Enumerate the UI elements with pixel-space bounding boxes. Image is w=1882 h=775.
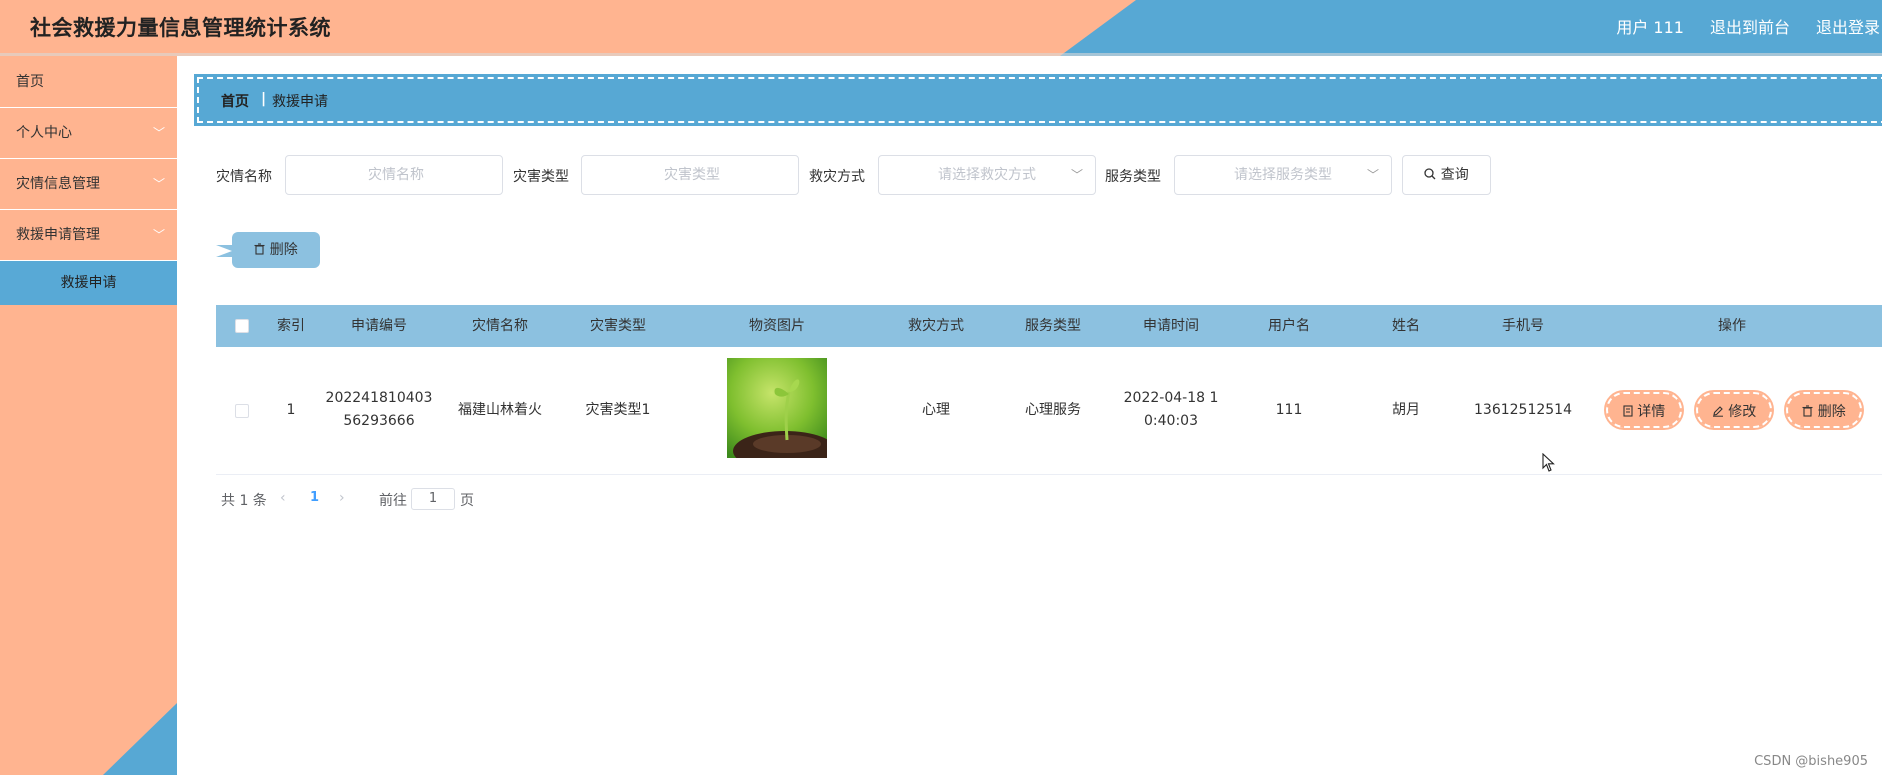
rescue-method-select[interactable]: 请选择救灾方式 ﹀ — [878, 155, 1096, 195]
column-header: 姓名 — [1392, 318, 1420, 334]
edit-icon — [1712, 404, 1728, 420]
application-number-line: 56293666 — [343, 413, 415, 429]
top-header: 社会救援力量信息管理统计系统 用户 111 退出到前台 退出登录 — [0, 0, 1882, 56]
sidebar-item-rescue-application-mgmt[interactable]: 救援申请管理 ﹀ — [0, 210, 177, 261]
disaster-type-field[interactable] — [581, 155, 802, 195]
disaster-type-input[interactable] — [582, 156, 802, 194]
chevron-left-icon[interactable]: ‹ — [280, 490, 286, 506]
trash-icon — [254, 242, 269, 258]
column-header: 灾情名称 — [472, 318, 528, 334]
application-time-line: 2022-04-18 1 — [1123, 390, 1219, 406]
chevron-down-icon: ﹀ — [1070, 168, 1083, 182]
mouse-cursor-icon — [1542, 453, 1555, 472]
delete-button-label: 删除 — [1817, 404, 1846, 420]
logout-link[interactable]: 退出登录 — [1816, 14, 1880, 38]
query-button[interactable]: 查询 — [1402, 155, 1491, 195]
detail-button[interactable]: 详情 — [1604, 390, 1684, 430]
rescue-method-placeholder: 请选择救灾方式 — [938, 167, 1036, 183]
current-user-label: 用户 111 — [1616, 18, 1684, 37]
column-header: 申请时间 — [1143, 318, 1199, 334]
chevron-right-icon[interactable]: › — [339, 490, 345, 506]
sidebar: 首页 个人中心 ﹀ 灾情信息管理 ﹀ 救援申请管理 ﹀ 救援申请 — [0, 56, 177, 775]
detail-button-label: 详情 — [1637, 404, 1666, 420]
cell-index: 1 — [286, 402, 296, 418]
sidebar-item-label: 灾情信息管理 — [16, 176, 100, 192]
column-header: 物资图片 — [749, 318, 805, 334]
batch-delete-label: 删除 — [269, 242, 298, 258]
disaster-name-label: 灾情名称 — [216, 169, 272, 185]
batch-delete-button[interactable]: 删除 — [216, 232, 320, 268]
column-header: 用户名 — [1268, 318, 1310, 334]
pagination-goto-input[interactable]: 1 — [411, 488, 455, 510]
sidebar-item-home[interactable]: 首页 — [0, 56, 177, 108]
edit-button[interactable]: 修改 — [1694, 390, 1774, 430]
delete-button[interactable]: 删除 — [1784, 390, 1864, 430]
app-title: 社会救援力量信息管理统计系统 — [30, 16, 331, 40]
breadcrumb-separator: | — [261, 91, 267, 107]
column-header: 服务类型 — [1025, 318, 1081, 334]
cell-disaster-type: 灾害类型1 — [585, 402, 651, 418]
column-header: 灾害类型 — [590, 318, 646, 334]
application-number-line: 202241810403 — [325, 390, 433, 406]
pagination-page-suffix: 页 — [460, 493, 474, 509]
table-row: 1 202241810403 56293666 福建山林着火 灾害类型1 心理 … — [216, 347, 1882, 475]
batch-delete-wrapper: 删除 — [216, 232, 336, 270]
column-header: 救灾方式 — [908, 318, 964, 334]
row-checkbox[interactable] — [235, 404, 249, 418]
service-type-select[interactable]: 请选择服务类型 ﹀ — [1174, 155, 1392, 195]
pagination-goto-label: 前往 — [379, 493, 407, 509]
column-header: 操作 — [1718, 318, 1746, 334]
button-ribbon-decoration — [216, 245, 232, 257]
chevron-down-icon: ﹀ — [152, 126, 165, 140]
cell-rescue-method: 心理 — [922, 402, 950, 418]
pagination-total: 共 1 条 — [221, 493, 267, 509]
breadcrumb-current: 救援申请 — [272, 94, 328, 110]
query-button-label: 查询 — [1440, 167, 1469, 183]
sidebar-corner-decoration — [103, 703, 177, 775]
application-time-line: 0:40:03 — [1144, 413, 1198, 429]
sidebar-item-label: 救援申请管理 — [16, 227, 100, 243]
disaster-name-input[interactable] — [286, 156, 506, 194]
cell-service-type: 心理服务 — [1025, 402, 1081, 418]
cell-application-time: 2022-04-18 1 0:40:03 — [1124, 387, 1219, 433]
column-header: 手机号 — [1502, 318, 1544, 334]
sidebar-item-label: 个人中心 — [16, 125, 72, 141]
search-icon — [1424, 167, 1440, 183]
seedling-photo — [727, 358, 827, 458]
sidebar-item-disaster-info[interactable]: 灾情信息管理 ﹀ — [0, 159, 177, 210]
pagination-page-number[interactable]: 1 — [310, 490, 319, 505]
supply-image[interactable] — [727, 358, 827, 458]
chevron-down-icon: ﹀ — [152, 228, 165, 242]
sidebar-item-label: 首页 — [16, 74, 44, 90]
sidebar-item-personal-center[interactable]: 个人中心 ﹀ — [0, 108, 177, 159]
service-type-placeholder: 请选择服务类型 — [1234, 167, 1332, 183]
cell-username: 111 — [1275, 402, 1303, 418]
back-to-front-link[interactable]: 退出到前台 — [1710, 14, 1790, 38]
breadcrumb: 首页 | 救援申请 — [194, 74, 1882, 126]
cell-application-number: 202241810403 56293666 — [326, 387, 433, 433]
document-icon — [1623, 404, 1637, 420]
chevron-down-icon: ﹀ — [1366, 168, 1379, 182]
disaster-name-field[interactable] — [285, 155, 506, 195]
chevron-down-icon: ﹀ — [152, 177, 165, 191]
sidebar-subitem-rescue-application[interactable]: 救援申请 — [0, 261, 177, 305]
rescue-method-label: 救灾方式 — [809, 169, 865, 185]
cell-disaster-name: 福建山林着火 — [458, 402, 542, 418]
edit-button-label: 修改 — [1728, 404, 1757, 420]
table-header: 索引 申请编号 灾情名称 灾害类型 物资图片 救灾方式 服务类型 申请时间 用户… — [216, 305, 1882, 347]
cell-name: 胡月 — [1392, 402, 1420, 418]
cell-phone: 13612512514 — [1474, 402, 1572, 418]
breadcrumb-home[interactable]: 首页 — [221, 91, 249, 111]
disaster-type-label: 灾害类型 — [513, 169, 569, 185]
select-all-checkbox[interactable] — [235, 319, 249, 333]
trash-icon — [1802, 404, 1817, 420]
watermark: CSDN @bishe905 — [1754, 754, 1868, 769]
column-header: 申请编号 — [351, 318, 407, 334]
column-header: 索引 — [277, 318, 305, 334]
service-type-label: 服务类型 — [1105, 169, 1161, 185]
